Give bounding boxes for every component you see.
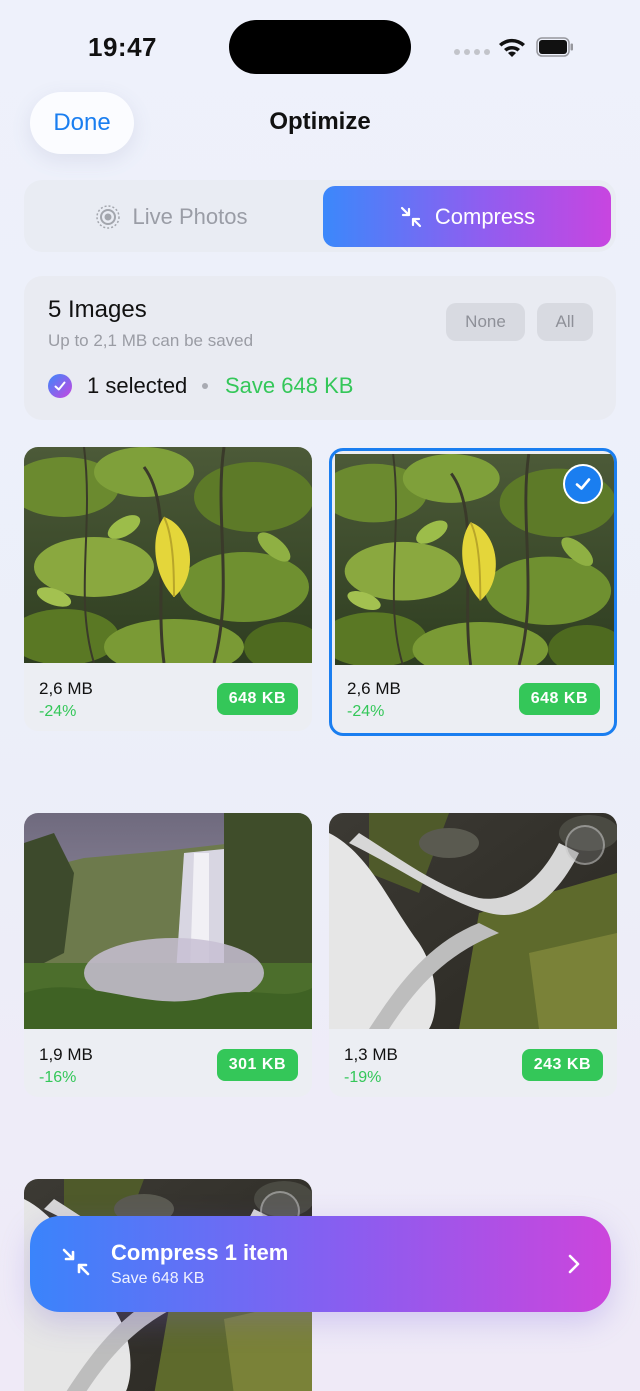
selected-savings: Save 648 KB bbox=[225, 373, 354, 398]
compressed-size-badge: 301 KB bbox=[216, 1049, 298, 1081]
original-size: 2,6 MB bbox=[39, 679, 93, 698]
image-card[interactable]: 1,3 MB -19% 243 KB bbox=[329, 813, 617, 1097]
compress-icon bbox=[62, 1248, 90, 1276]
compressed-size-badge: 648 KB bbox=[518, 683, 600, 715]
tab-compress[interactable]: Compress bbox=[323, 186, 611, 247]
chevron-right-icon bbox=[568, 1254, 580, 1274]
selected-count: 1 selected bbox=[87, 373, 188, 398]
tab-live-photos[interactable]: Live Photos bbox=[24, 186, 318, 248]
original-size: 2,6 MB bbox=[347, 679, 401, 698]
image-thumbnail bbox=[24, 447, 312, 663]
image-card-selected[interactable]: 2,6 MB -24% 648 KB bbox=[329, 448, 617, 736]
selection-check-icon[interactable] bbox=[563, 464, 603, 504]
compress-action-title: Compress 1 item bbox=[111, 1240, 289, 1265]
battery-icon bbox=[536, 37, 573, 57]
reduction-percent: -24% bbox=[39, 703, 77, 720]
image-card[interactable]: 2,6 MB -24% 648 KB bbox=[24, 447, 312, 731]
tab-compress-label: Compress bbox=[434, 203, 536, 229]
live-photos-icon bbox=[95, 205, 120, 229]
selection-circle-icon[interactable] bbox=[565, 825, 605, 865]
original-size: 1,3 MB bbox=[344, 1045, 398, 1064]
tab-live-photos-label: Live Photos bbox=[132, 204, 248, 229]
savings-subtitle: Up to 2,1 MB can be saved bbox=[48, 331, 254, 350]
images-count-title: 5 Images bbox=[48, 296, 147, 323]
select-all-button[interactable]: All bbox=[537, 303, 593, 341]
dynamic-island bbox=[229, 20, 411, 74]
page-title: Optimize bbox=[269, 108, 371, 135]
original-size: 1,9 MB bbox=[39, 1045, 93, 1064]
status-time: 19:47 bbox=[88, 32, 157, 62]
image-card[interactable]: 1,9 MB -16% 301 KB bbox=[24, 813, 312, 1097]
compress-action-subtitle: Save 648 KB bbox=[111, 1270, 205, 1287]
reduction-percent: -19% bbox=[344, 1069, 382, 1086]
image-thumbnail bbox=[24, 813, 312, 1029]
compress-icon bbox=[400, 206, 421, 227]
reduction-percent: -24% bbox=[347, 703, 385, 720]
selected-check-icon bbox=[48, 374, 72, 398]
reduction-percent: -16% bbox=[39, 1069, 77, 1086]
compressed-size-badge: 648 KB bbox=[216, 683, 298, 715]
separator-dot bbox=[202, 383, 208, 389]
cellular-signal-icon bbox=[454, 49, 490, 55]
select-none-button[interactable]: None bbox=[446, 303, 525, 341]
compressed-size-badge: 243 KB bbox=[521, 1049, 603, 1081]
wifi-icon bbox=[499, 38, 525, 57]
